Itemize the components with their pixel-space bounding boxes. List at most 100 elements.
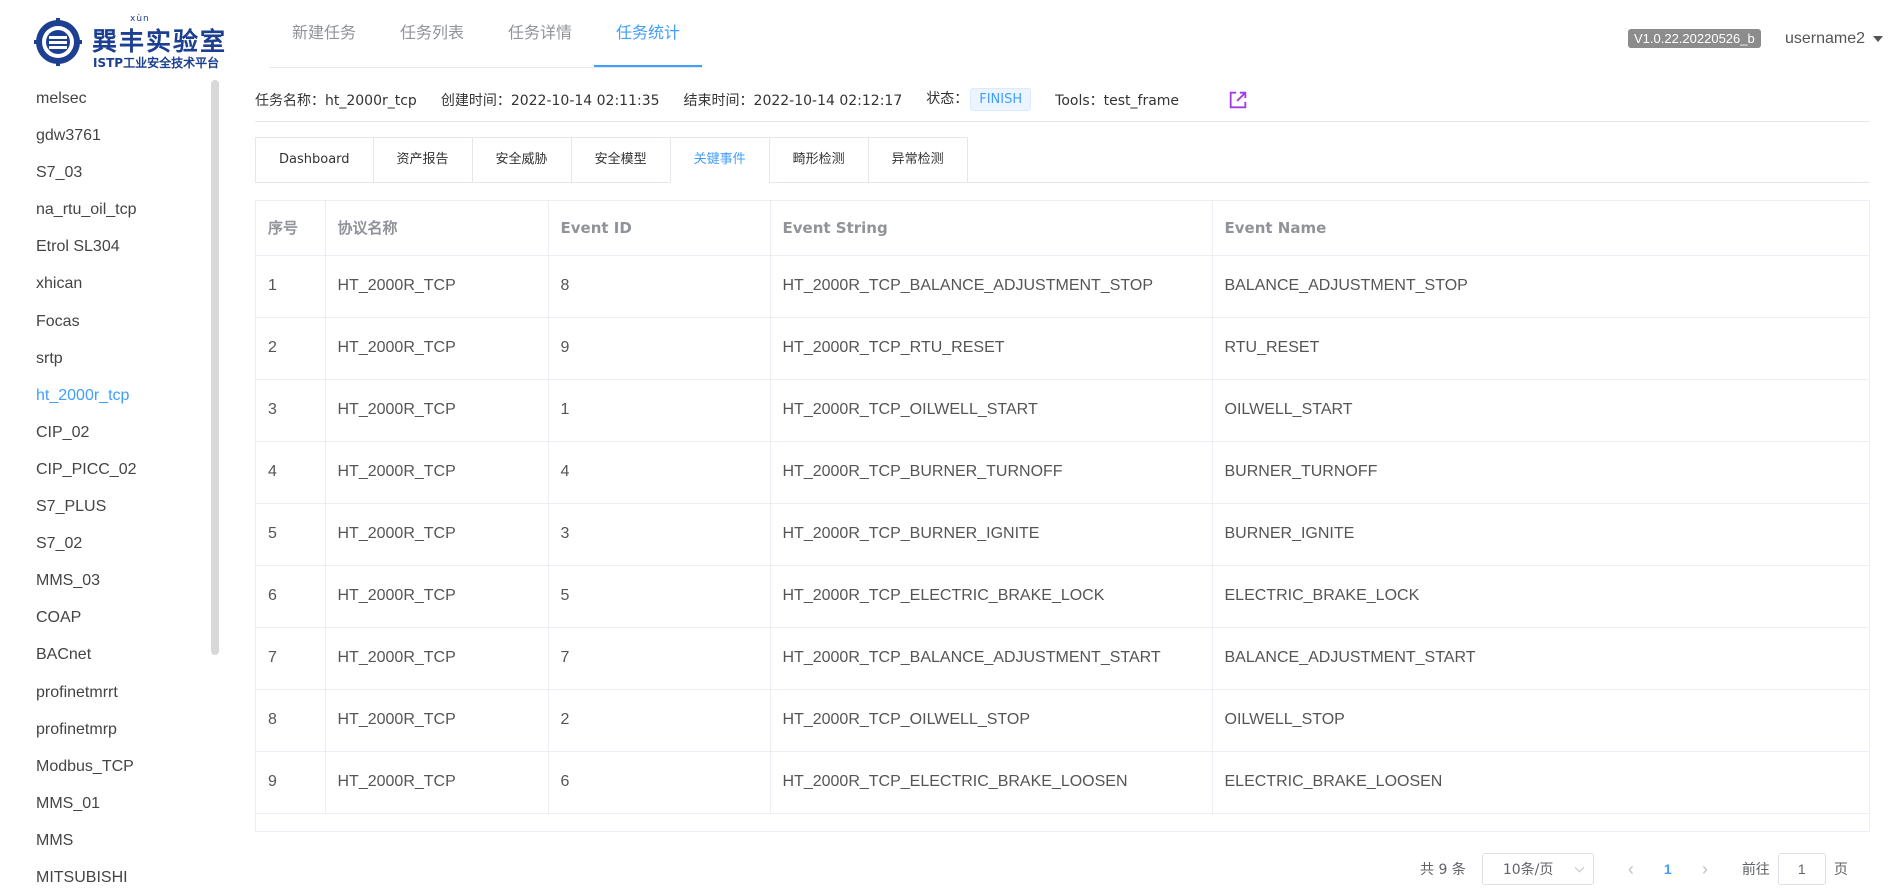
end-time-field: 结束时间：2022-10-14 02:12:17 xyxy=(684,90,903,110)
task-name-value: ht_2000r_tcp xyxy=(325,92,417,109)
header: xùn 巽丰实验室 ISTP工业安全技术平台 新建任务 任务列表 任务详情 任务… xyxy=(0,0,1892,80)
cell-protocol: HT_2000R_TCP xyxy=(325,565,549,628)
logo-subtitle: ISTP工业安全技术平台 xyxy=(93,56,220,70)
cell-event-string: HT_2000R_TCP_BURNER_TURNOFF xyxy=(770,441,1213,504)
chevron-down-icon xyxy=(1574,862,1585,872)
cell-event-id: 8 xyxy=(548,255,771,318)
cell-event-name: BURNER_TURNOFF xyxy=(1212,441,1869,504)
version-badge: V1.0.22.20220526_b xyxy=(1628,29,1761,48)
sidebar-item[interactable]: Focas xyxy=(0,303,222,340)
table-row: 5 HT_2000R_TCP 3 HT_2000R_TCP_BURNER_IGNITE… xyxy=(256,503,1869,566)
user-menu[interactable]: username2 xyxy=(1785,30,1884,48)
column-header-event-name: Event Name xyxy=(1212,201,1869,256)
sidebar-item[interactable]: melsec xyxy=(0,80,222,117)
sidebar-item[interactable]: BACnet xyxy=(0,636,222,673)
goto-page: 前往 页 xyxy=(1742,853,1848,885)
sidebar-item[interactable]: MMS_03 xyxy=(0,562,222,599)
nav-task-stats[interactable]: 任务统计 xyxy=(594,0,703,67)
tab-anomaly-detection[interactable]: 异常检测 xyxy=(867,137,968,183)
cell-protocol: HT_2000R_TCP xyxy=(325,317,549,380)
sidebar-item[interactable]: COAP xyxy=(0,599,222,636)
username: username2 xyxy=(1785,30,1866,47)
cell-event-name: BALANCE_ADJUSTMENT_STOP xyxy=(1212,255,1869,318)
tab-asset-report[interactable]: 资产报告 xyxy=(372,137,472,183)
main-content: 任务名称：ht_2000r_tcp 创建时间：2022-10-14 02:11:… xyxy=(255,80,1870,832)
cell-event-id: 2 xyxy=(548,689,771,752)
cell-index: 5 xyxy=(256,503,326,566)
sidebar-item[interactable]: S7_PLUS xyxy=(0,488,222,525)
sidebar-item[interactable]: MITSUBISHI xyxy=(0,859,222,893)
tab-security-model[interactable]: 安全模型 xyxy=(570,137,670,183)
sidebar-item[interactable]: profinetmrp xyxy=(0,711,222,748)
nav-new-task[interactable]: 新建任务 xyxy=(270,0,378,67)
total-count: 共 9 条 xyxy=(1420,862,1466,878)
nav-task-list[interactable]: 任务列表 xyxy=(378,0,486,67)
external-link-icon[interactable] xyxy=(1227,89,1249,111)
cell-event-name: RTU_RESET xyxy=(1212,317,1869,380)
cell-event-string: HT_2000R_TCP_OILWELL_STOP xyxy=(770,689,1213,752)
table-row: 3 HT_2000R_TCP 1 HT_2000R_TCP_OILWELL_START… xyxy=(256,379,1869,442)
table-row: 8 HT_2000R_TCP 2 HT_2000R_TCP_OILWELL_STOP O… xyxy=(256,689,1869,752)
cell-event-id: 9 xyxy=(548,317,771,380)
sidebar-item[interactable]: Modbus_TCP xyxy=(0,748,222,785)
created-time-label: 创建时间： xyxy=(440,92,511,109)
sidebar-item[interactable]: CIP_PICC_02 xyxy=(0,451,222,488)
end-time-label: 结束时间： xyxy=(683,92,754,109)
sidebar-item[interactable]: ht_2000r_tcp xyxy=(0,377,222,414)
tab-key-events[interactable]: 关键事件 xyxy=(669,137,769,183)
goto-page-input[interactable] xyxy=(1777,853,1826,885)
report-tabs: Dashboard 资产报告 安全威胁 安全模型 关键事件 畸形检测 异常检测 xyxy=(255,137,1870,183)
task-name-label: 任务名称： xyxy=(255,92,325,109)
cell-event-id: 6 xyxy=(548,751,771,814)
sidebar-item[interactable]: profinetmrrt xyxy=(0,674,222,711)
tools-field: Tools：test_frame xyxy=(1055,90,1179,110)
cell-event-name: OILWELL_STOP xyxy=(1212,689,1869,752)
page-size-select[interactable]: 10条/页 xyxy=(1481,853,1594,885)
sidebar-item[interactable]: Etrol SL304 xyxy=(0,228,222,265)
cell-index: 3 xyxy=(256,379,326,442)
chevron-right-icon[interactable]: › xyxy=(1690,859,1720,880)
chevron-left-icon[interactable]: ‹ xyxy=(1616,859,1646,880)
table-header-row: 序号 协议名称 Event ID Event String Event Name xyxy=(256,201,1869,256)
cell-event-id: 3 xyxy=(548,503,771,566)
cell-protocol: HT_2000R_TCP xyxy=(325,379,549,442)
cell-protocol: HT_2000R_TCP xyxy=(325,255,549,318)
sidebar-item[interactable]: xhican xyxy=(0,265,222,302)
tools-value: test_frame xyxy=(1103,92,1180,109)
pagination: 共 9 条 10条/页 ‹ 1 › 前往 页 xyxy=(1420,853,1848,885)
sidebar-item[interactable]: MMS xyxy=(0,822,222,859)
sidebar-item[interactable]: S7_03 xyxy=(0,154,222,191)
goto-label: 前往 xyxy=(1741,862,1770,878)
sidebar-item[interactable]: srtp xyxy=(0,340,222,377)
page-number[interactable]: 1 xyxy=(1646,861,1690,877)
sidebar-item[interactable]: MMS_01 xyxy=(0,785,222,822)
sidebar-scrollbar[interactable] xyxy=(211,80,219,655)
cell-event-string: HT_2000R_TCP_RTU_RESET xyxy=(770,317,1213,380)
logo[interactable]: xùn 巽丰实验室 ISTP工业安全技术平台 xyxy=(34,14,234,70)
tab-malformed-detection[interactable]: 畸形检测 xyxy=(768,137,868,183)
table-row: 7 HT_2000R_TCP 7 HT_2000R_TCP_BALANCE_ADJUS… xyxy=(256,627,1869,690)
caret-down-icon xyxy=(1873,35,1884,42)
logo-emblem-icon xyxy=(34,18,82,66)
cell-index: 9 xyxy=(256,751,326,814)
sidebar-item[interactable]: S7_02 xyxy=(0,525,222,562)
status-field: 状态： FINISH xyxy=(926,88,1032,111)
column-header-index: 序号 xyxy=(256,201,326,256)
tools-label: Tools： xyxy=(1055,92,1104,109)
sidebar-item[interactable]: CIP_02 xyxy=(0,414,222,451)
cell-protocol: HT_2000R_TCP xyxy=(325,503,549,566)
sidebar-item[interactable]: gdw3761 xyxy=(0,117,222,154)
cell-event-string: HT_2000R_TCP_ELECTRIC_BRAKE_LOCK xyxy=(770,565,1213,628)
sidebar-item[interactable]: na_rtu_oil_tcp xyxy=(0,191,222,228)
cell-protocol: HT_2000R_TCP xyxy=(325,751,549,814)
nav-task-detail[interactable]: 任务详情 xyxy=(486,0,594,67)
cell-index: 7 xyxy=(256,627,326,690)
tab-dashboard[interactable]: Dashboard xyxy=(255,137,373,183)
tab-security-threat[interactable]: 安全威胁 xyxy=(471,137,571,183)
cell-index: 4 xyxy=(256,441,326,504)
cell-event-name: BURNER_IGNITE xyxy=(1212,503,1869,566)
status-label: 状态： xyxy=(926,91,969,107)
cell-protocol: HT_2000R_TCP xyxy=(325,689,549,752)
column-header-protocol: 协议名称 xyxy=(325,201,549,256)
end-time-value: 2022-10-14 02:12:17 xyxy=(753,92,903,109)
